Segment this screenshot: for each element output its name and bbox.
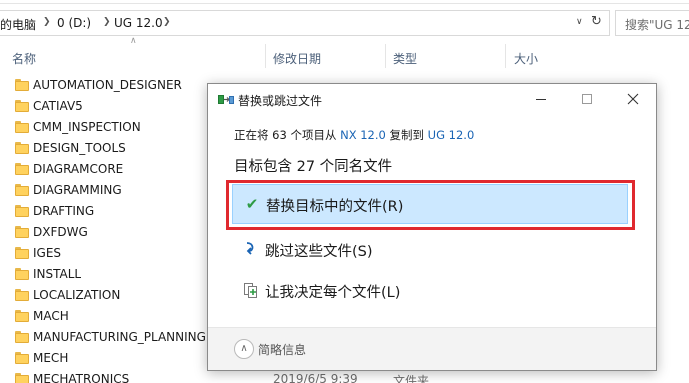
file-name: DXFDWG <box>33 225 88 239</box>
sort-caret-icon: ∧ <box>130 36 137 46</box>
maximize-button[interactable] <box>564 84 610 114</box>
file-name: CMM_INSPECTION <box>33 120 141 134</box>
folder-icon <box>15 226 29 238</box>
folder-icon <box>15 184 29 196</box>
search-placeholder: 搜索"UG 12.0 <box>625 18 689 32</box>
breadcrumb-separator-icon[interactable]: ❯ <box>163 17 171 27</box>
folder-icon <box>15 205 29 217</box>
file-name: IGES <box>33 246 62 260</box>
copy-files-icon <box>218 95 234 104</box>
collapse-details-button[interactable]: ∧ <box>234 339 254 359</box>
status-prefix: 正在将 63 个项目从 <box>234 128 341 142</box>
minimize-button[interactable] <box>518 84 564 114</box>
column-divider[interactable] <box>265 44 266 68</box>
folder-icon <box>15 100 29 112</box>
column-divider[interactable] <box>385 44 386 68</box>
file-type: 文件夹 <box>393 374 430 383</box>
file-name: DIAGRAMCORE <box>33 162 124 176</box>
status-middle: 复制到 <box>385 128 428 142</box>
skip-arrow-icon <box>246 242 254 255</box>
check-icon: ✔ <box>245 195 259 213</box>
folder-icon <box>15 310 29 322</box>
breadcrumb-separator-icon[interactable]: ❯ <box>103 17 111 27</box>
file-name: CATIAV5 <box>33 99 83 113</box>
dialog-footer: ∧ 简略信息 <box>208 328 656 370</box>
chevron-up-icon: ∧ <box>240 343 248 354</box>
folder-icon <box>15 289 29 301</box>
address-dropdown-icon[interactable]: ∨ <box>576 17 583 27</box>
column-header-size[interactable]: 大小 <box>514 50 538 67</box>
breadcrumb-current-folder[interactable]: UG 12.0 <box>114 16 163 30</box>
search-input[interactable]: 搜索"UG 12.0 <box>615 10 689 36</box>
column-divider[interactable] <box>505 44 506 68</box>
decide-option-label: 让我决定每个文件(L) <box>265 285 401 301</box>
file-name: MECH <box>33 351 69 365</box>
dialog-title: 替换或跳过文件 <box>238 94 323 108</box>
close-button[interactable] <box>610 84 656 114</box>
file-name: AUTOMATION_DESIGNER <box>33 78 182 92</box>
conflict-heading: 目标包含 27 个同名文件 <box>234 159 393 175</box>
replace-option-label: 替换目标中的文件(R) <box>266 199 404 215</box>
breadcrumb-separator-icon[interactable]: ❯ <box>43 17 51 27</box>
file-name: MACH <box>33 309 69 323</box>
destination-folder-link[interactable]: UG 12.0 <box>428 128 475 142</box>
file-name: MANUFACTURING_PLANNING <box>33 330 206 344</box>
column-header-date[interactable]: 修改日期 <box>273 50 321 67</box>
file-name: DIAGRAMMING <box>33 183 122 197</box>
breadcrumb-drive[interactable]: 0 (D:) <box>57 16 91 30</box>
folder-icon <box>15 79 29 91</box>
file-name: LOCALIZATION <box>33 288 121 302</box>
file-name: MECHATRONICS <box>33 372 130 383</box>
file-row[interactable]: MECHATRONICS 2019/6/5 9:39 文件夹 <box>0 369 689 383</box>
folder-icon <box>15 142 29 154</box>
folder-icon <box>15 331 29 343</box>
replace-files-option[interactable]: ✔ 替换目标中的文件(R) <box>232 184 628 224</box>
column-header-name[interactable]: 名称 <box>12 50 36 67</box>
decide-files-icon <box>244 283 257 298</box>
breadcrumb-this-pc[interactable]: 的电脑 <box>0 16 36 33</box>
source-folder-link[interactable]: NX 12.0 <box>340 128 386 142</box>
folder-icon <box>15 163 29 175</box>
copy-status-text: 正在将 63 个项目从 NX 12.0 复制到 UG 12.0 <box>234 127 474 143</box>
fewer-details-label[interactable]: 简略信息 <box>258 341 306 358</box>
toolbar-strip <box>0 0 689 4</box>
address-row: 的电脑 ❯ 0 (D:) ❯ UG 12.0 ❯ ∨ ↻ 搜索"UG 12.0 <box>0 10 689 36</box>
dialog-titlebar[interactable]: 替换或跳过文件 <box>208 84 656 114</box>
folder-icon <box>15 268 29 280</box>
address-bar[interactable]: 的电脑 ❯ 0 (D:) ❯ UG 12.0 ❯ ∨ ↻ <box>0 10 610 36</box>
folder-icon <box>15 121 29 133</box>
skip-option-label: 跳过这些文件(S) <box>265 244 373 260</box>
folder-icon <box>15 247 29 259</box>
close-icon <box>627 93 639 105</box>
decide-each-file-option[interactable]: 让我决定每个文件(L) <box>232 271 628 311</box>
file-name: DRAFTING <box>33 204 95 218</box>
folder-icon <box>15 352 29 364</box>
replace-or-skip-dialog: 替换或跳过文件 正在将 63 个项目从 NX 12.0 复制到 UG 12.0 … <box>207 83 657 371</box>
maximize-icon <box>582 94 592 104</box>
file-name: DESIGN_TOOLS <box>33 141 126 155</box>
column-header-type[interactable]: 类型 <box>393 50 417 67</box>
file-name: INSTALL <box>33 267 82 281</box>
folder-icon <box>15 373 29 383</box>
skip-files-option[interactable]: 跳过这些文件(S) <box>232 230 628 270</box>
refresh-icon[interactable]: ↻ <box>591 14 602 29</box>
minimize-icon <box>536 99 546 100</box>
file-date: 2019/6/5 9:39 <box>273 372 358 383</box>
